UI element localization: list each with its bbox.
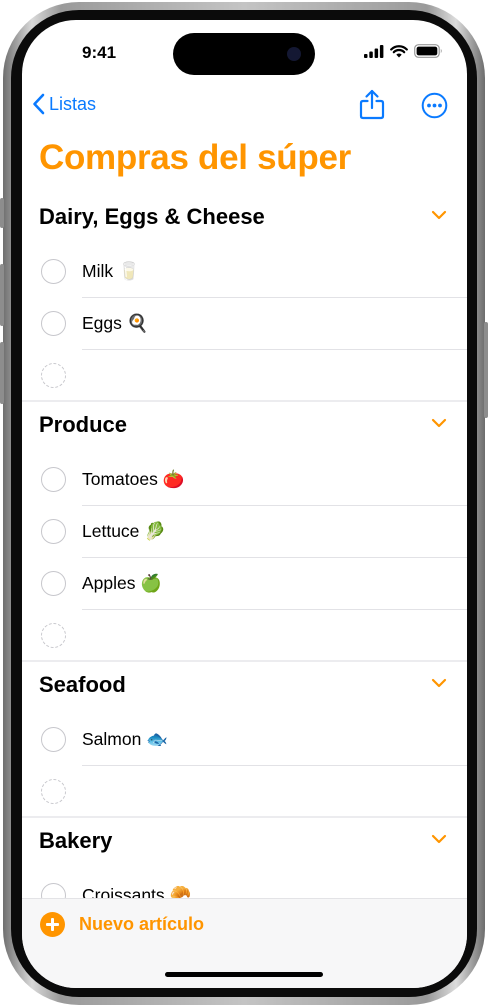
section-seafood: Seafood Salmon 🐟 [22, 662, 467, 818]
back-button[interactable]: Listas [32, 93, 96, 115]
section-header: Dairy, Eggs & Cheese [22, 194, 467, 246]
list-item[interactable]: Eggs 🍳 [22, 298, 467, 350]
status-icons [364, 44, 443, 58]
bottom-toolbar: Nuevo artículo [22, 898, 467, 988]
checkbox[interactable] [41, 571, 66, 596]
checkbox[interactable] [41, 259, 66, 284]
battery-icon [414, 44, 442, 58]
section-title: Produce [39, 412, 128, 437]
chevron-down-icon[interactable] [431, 834, 447, 844]
chevron-down-icon[interactable] [431, 210, 447, 220]
list-item[interactable]: Milk 🥛 [22, 246, 467, 298]
back-button-label: Listas [49, 93, 97, 114]
new-item-row[interactable] [22, 610, 467, 662]
more-icon [421, 92, 448, 119]
section-title: Seafood [39, 672, 126, 697]
share-button[interactable] [358, 88, 386, 125]
volume-down-button [0, 342, 4, 404]
list-item[interactable]: Apples 🍏 [22, 558, 467, 610]
status-time: 9:41 [82, 43, 117, 62]
more-button[interactable] [421, 92, 448, 124]
home-indicator[interactable] [165, 972, 323, 977]
item-label: Lettuce 🥬 [82, 521, 167, 541]
new-item-row[interactable] [22, 766, 467, 818]
checkbox[interactable] [41, 727, 66, 752]
list-item[interactable]: Lettuce 🥬 [22, 506, 467, 558]
empty-checkbox[interactable] [41, 363, 66, 388]
chevron-down-icon[interactable] [431, 678, 447, 688]
checkbox[interactable] [41, 519, 66, 544]
cellular-signal-icon [364, 44, 384, 58]
camera-icon [287, 47, 301, 61]
item-label: Apples 🍏 [82, 573, 163, 593]
list-item[interactable]: Tomatoes 🍅 [22, 454, 467, 506]
new-item-label: Nuevo artículo [79, 914, 205, 934]
list-item[interactable]: Salmon 🐟 [22, 714, 467, 766]
section-title: Bakery [39, 828, 113, 853]
section-dairy: Dairy, Eggs & Cheese Milk 🥛 Eggs 🍳 [22, 194, 467, 402]
chevron-left-icon [33, 93, 45, 115]
item-label: Tomatoes 🍅 [82, 469, 185, 489]
empty-checkbox[interactable] [41, 779, 66, 804]
item-label: Eggs 🍳 [82, 313, 149, 333]
new-item-row[interactable] [22, 350, 467, 402]
plus-circle-icon [40, 912, 65, 937]
dynamic-island [173, 33, 315, 75]
section-header: Bakery [22, 818, 467, 870]
chevron-down-icon[interactable] [431, 418, 447, 428]
checkbox[interactable] [41, 311, 66, 336]
list-title: Compras del súper [39, 138, 351, 177]
item-label: Milk 🥛 [82, 261, 140, 281]
power-button [484, 322, 488, 418]
share-icon [359, 89, 385, 120]
section-header: Produce [22, 402, 467, 454]
screen: 9:41 Listas Compras del súper Dairy, Egg… [22, 20, 467, 988]
volume-up-button [0, 264, 4, 326]
section-header: Seafood [22, 662, 467, 714]
section-produce: Produce Tomatoes 🍅 Lettuce 🥬 Apples 🍏 [22, 402, 467, 662]
item-label: Salmon 🐟 [82, 729, 168, 749]
empty-checkbox[interactable] [41, 623, 66, 648]
new-item-button[interactable]: Nuevo artículo [40, 912, 204, 937]
action-button [0, 198, 4, 228]
checkbox[interactable] [41, 467, 66, 492]
wifi-icon [390, 44, 408, 57]
section-title: Dairy, Eggs & Cheese [39, 204, 265, 229]
